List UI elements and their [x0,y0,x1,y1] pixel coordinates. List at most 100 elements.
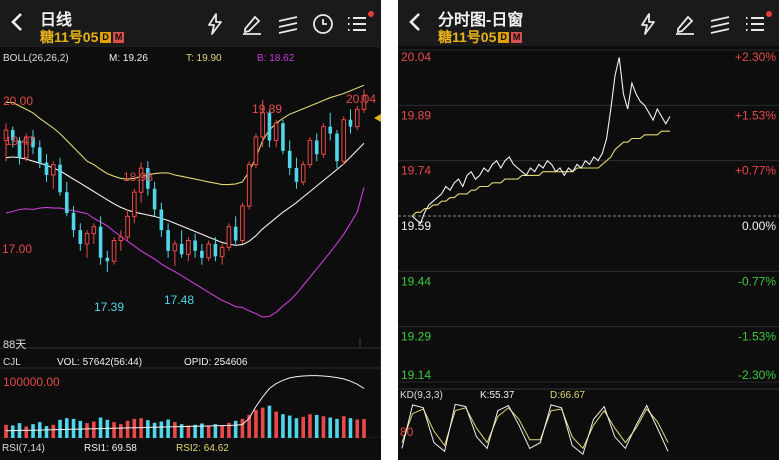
candle-body [44,162,49,175]
cjl-label: CJL [3,357,21,368]
price-axis-label: 19.74 [401,164,431,178]
draw-pen-icon[interactable] [240,12,264,36]
percent-axis-label: -1.53% [738,330,776,344]
candle-body [186,240,191,255]
volume-bar [355,419,360,438]
candle-body [354,108,360,128]
kd-k-line [401,403,669,456]
vol-value: VOL: 57642(56:44) [57,357,142,368]
boll-upper-value: T: 19.90 [186,53,222,64]
volume-bar [173,422,177,438]
percent-axis-label: 0.00% [742,219,776,233]
candle-body [240,205,245,241]
volume-bar [132,418,137,438]
menu-list-icon[interactable] [743,12,767,36]
back-arrow-icon[interactable] [407,12,425,32]
volume-bar [348,418,353,438]
percent-axis-label: +0.77% [735,164,776,178]
candle-body [64,192,69,213]
volume-bars-group [4,405,366,438]
badge-d: D [498,32,509,43]
candle-body [50,164,56,176]
candle-body [132,191,137,217]
price-label-1748: 17.48 [164,293,194,307]
notification-dot [766,11,772,17]
candle-body [287,150,292,169]
volume-bar [206,426,211,438]
badge-m: M [510,32,523,43]
price-line [411,57,671,225]
candle-body [213,243,218,257]
volume-bar [51,424,56,438]
candle-body [172,243,178,252]
price-axis-label: 19.14 [401,368,431,382]
rsi-label: RSI(7,14) [2,443,45,454]
volume-bar [125,420,130,438]
candle-body [335,133,339,162]
volume-bar [85,423,89,438]
candle-body [260,112,265,138]
badge-m: M [112,32,125,43]
back-arrow-icon[interactable] [9,12,27,32]
candle-body [226,226,232,248]
volume-bar [64,418,69,438]
percent-axis-label: +2.30% [735,50,776,64]
current-price-marker [374,114,381,122]
days-label: 88天 [3,339,26,351]
candle-body [37,147,42,163]
volume-bar [146,420,150,438]
volume-bar [112,422,116,438]
kline-chart[interactable]: BOLL(26,26,2) M: 19.26 T: 19.90 B: 18.62… [0,46,381,460]
candle-body [152,188,157,210]
volume-bar [301,416,306,438]
volume-bar [341,416,346,438]
volume-bar [159,421,164,438]
volume-bar [328,417,333,438]
percent-axis-label: +1.53% [735,108,776,122]
badge-d: D [100,32,111,43]
line-tool-icon[interactable] [276,12,300,36]
candle-body [321,126,326,155]
kd-d-value: D:66.67 [550,390,585,401]
draw-pen-icon[interactable] [673,12,697,36]
price-label-2000: 20.00 [3,94,33,108]
price-axis-label: 19.29 [401,330,431,344]
boll-mid-value: M: 19.26 [109,53,148,64]
contract-name: 糖11号05 D M [438,29,523,45]
kd-label: KD(9,3,3) [400,390,443,401]
volume-bar [362,418,366,438]
candle-body [341,119,347,162]
candle-body [58,164,62,193]
volume-bar [166,419,170,438]
volume-bar [44,426,49,438]
opid-value: OPID: 254606 [184,357,248,368]
candle-body [84,233,90,245]
volume-bar [254,409,258,438]
candle-body [307,139,313,166]
candle-body [219,246,225,257]
flash-icon[interactable] [636,12,660,36]
percent-axis-label: -2.30% [738,368,776,382]
volume-bar [10,425,15,438]
volume-bar [321,416,326,438]
kd-k-value: K:55.37 [480,390,515,401]
candle-body [71,212,76,231]
volume-bar [287,415,292,438]
intraday-screen: 分时图-日窗 糖11号05 D M 20.04 19.89 19.74 19.59 19.4… [398,0,779,460]
menu-list-icon[interactable] [345,12,369,36]
volume-bar [267,405,272,438]
candle-body [111,240,117,262]
price-label-1989: 19.89 [252,102,282,116]
candle-body [294,168,299,182]
candle-body [159,209,164,231]
candle-body [233,226,238,241]
clock-icon[interactable] [311,12,335,36]
intraday-chart[interactable]: 20.04 19.89 19.74 19.59 19.44 19.29 19.14 +2.30… [398,46,779,460]
volume-bar [4,424,8,438]
volume-bar [335,418,339,438]
candle-body [273,122,279,141]
candle-body [281,123,285,151]
line-tool-icon[interactable] [708,12,732,36]
rsi1-value: RSI1: 69.58 [84,443,137,454]
flash-icon[interactable] [203,12,227,36]
